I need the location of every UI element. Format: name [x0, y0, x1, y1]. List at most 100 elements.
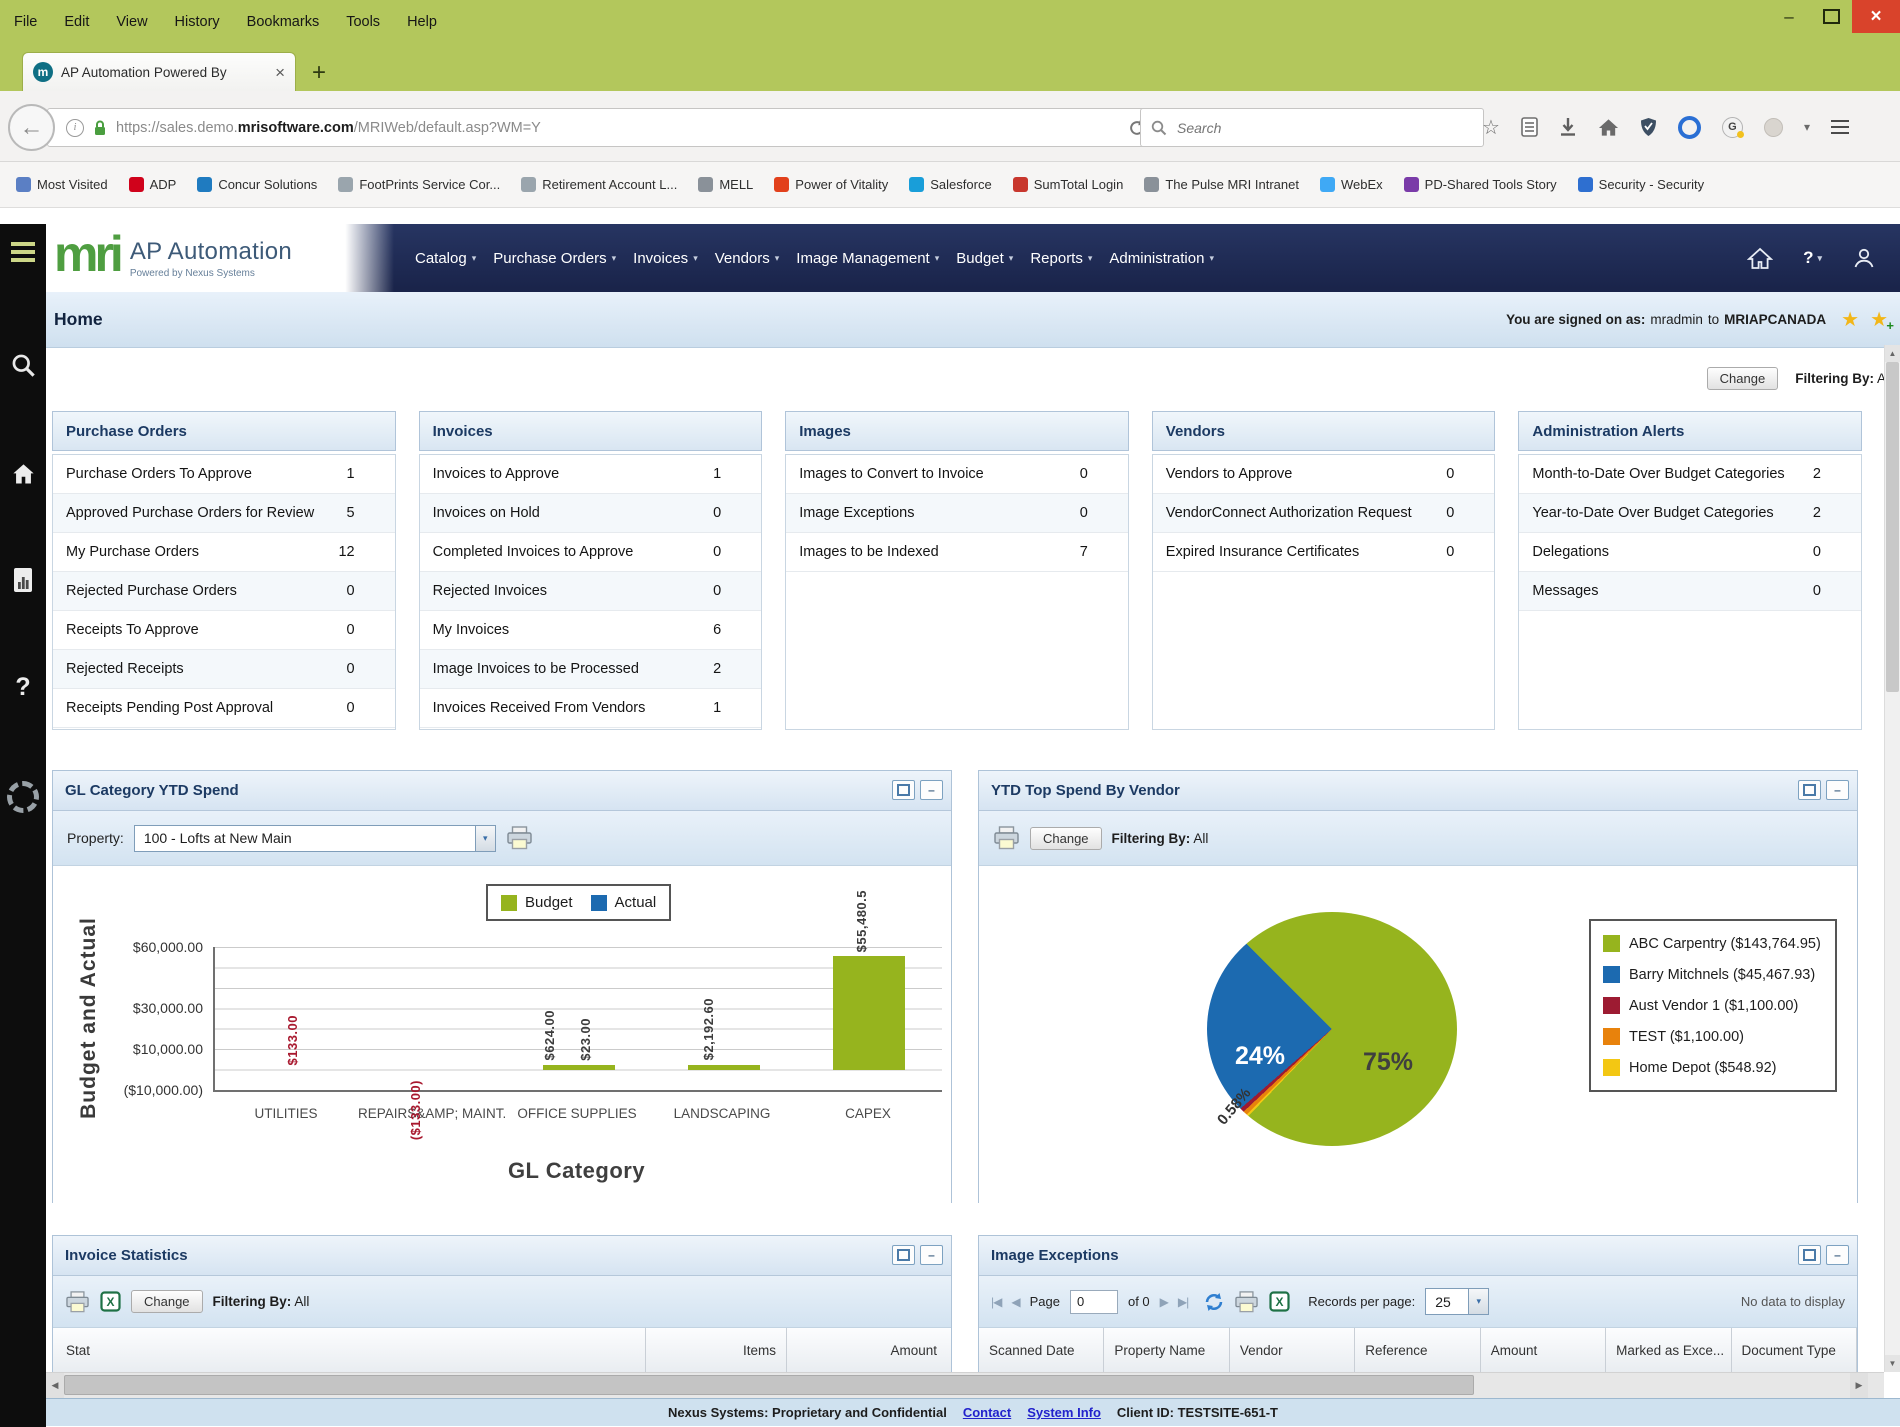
new-tab-button[interactable]: +: [312, 59, 326, 87]
app-menu-item[interactable]: Reports ▾: [1030, 250, 1092, 267]
column-header[interactable]: Property Name: [1104, 1328, 1229, 1372]
app-menu-item[interactable]: Image Management ▾: [796, 250, 939, 267]
summary-row[interactable]: Rejected Invoices0: [420, 572, 762, 611]
panel-minimize-button[interactable]: –: [1826, 780, 1849, 800]
browser-menu-item[interactable]: View: [116, 14, 147, 30]
summary-row[interactable]: Delegations0: [1519, 533, 1861, 572]
scroll-down-icon[interactable]: ▼: [1885, 1355, 1900, 1372]
column-header[interactable]: Stat: [53, 1328, 645, 1372]
summary-row[interactable]: Invoices to Approve1: [420, 455, 762, 494]
pager-next-icon[interactable]: ▶: [1160, 1295, 1168, 1309]
print-icon[interactable]: [1234, 1291, 1259, 1313]
summary-row[interactable]: Completed Invoices to Approve0: [420, 533, 762, 572]
summary-row[interactable]: Rejected Receipts0: [53, 650, 395, 689]
summary-row[interactable]: Vendors to Approve0: [1153, 455, 1495, 494]
print-icon[interactable]: [65, 1291, 90, 1313]
bookmark-item[interactable]: WebEx: [1320, 177, 1383, 192]
sidebar-help-icon[interactable]: ?: [0, 673, 46, 702]
overflow-caret-icon[interactable]: ▾: [1804, 120, 1810, 134]
sidebar-home-icon[interactable]: [0, 461, 46, 488]
browser-menu-item[interactable]: History: [175, 14, 220, 30]
panel-maximize-button[interactable]: [1798, 780, 1821, 800]
footer-system-info-link[interactable]: System Info: [1027, 1405, 1101, 1420]
summary-row[interactable]: Image Invoices to be Processed2: [420, 650, 762, 689]
site-info-icon[interactable]: i: [66, 119, 84, 137]
panel-maximize-button[interactable]: [892, 1245, 915, 1265]
summary-row[interactable]: Rejected Purchase Orders0: [53, 572, 395, 611]
column-header[interactable]: Amount: [786, 1328, 951, 1372]
extension-g-icon[interactable]: G: [1722, 117, 1743, 138]
back-button[interactable]: ←: [8, 104, 55, 151]
shield-icon[interactable]: [1640, 117, 1657, 137]
app-menu-item[interactable]: Vendors ▾: [715, 250, 780, 267]
browser-menu-item[interactable]: Tools: [346, 14, 380, 30]
bookmark-star-icon[interactable]: ☆: [1482, 115, 1500, 140]
app-menu-item[interactable]: Catalog ▾: [415, 250, 476, 267]
column-header[interactable]: Document Type: [1732, 1328, 1857, 1372]
app-menu-item[interactable]: Administration ▾: [1109, 250, 1214, 267]
footer-contact-link[interactable]: Contact: [963, 1405, 1011, 1420]
bookmarks-list-icon[interactable]: [1521, 117, 1538, 137]
horizontal-scrollbar-thumb[interactable]: [64, 1375, 1474, 1395]
print-icon[interactable]: [993, 826, 1020, 850]
sidebar-reports-icon[interactable]: [0, 567, 46, 593]
summary-row[interactable]: Expired Insurance Certificates0: [1153, 533, 1495, 572]
tab-close-icon[interactable]: ×: [275, 64, 285, 81]
summary-row[interactable]: My Purchase Orders12: [53, 533, 395, 572]
column-header[interactable]: Marked as Exce...: [1606, 1328, 1731, 1372]
browser-tab[interactable]: m AP Automation Powered By ×: [22, 52, 296, 91]
browser-menu-item[interactable]: Help: [407, 14, 437, 30]
summary-row[interactable]: Approved Purchase Orders for Review5: [53, 494, 395, 533]
browser-menu-item[interactable]: File: [14, 14, 37, 30]
app-menu-item[interactable]: Invoices ▾: [633, 250, 698, 267]
change-filter-button[interactable]: Change: [131, 1290, 203, 1313]
bookmark-item[interactable]: MELL: [698, 177, 753, 192]
url-input[interactable]: i https://sales.demo.mrisoftware.com/MRI…: [47, 108, 1159, 147]
nav-help-icon[interactable]: ? ▾: [1803, 248, 1822, 268]
pager-prev-icon[interactable]: ◀: [1011, 1295, 1019, 1309]
extension-icon[interactable]: [1764, 118, 1783, 137]
app-menu-item[interactable]: Budget ▾: [956, 250, 1013, 267]
scroll-left-icon[interactable]: ◀: [46, 1373, 64, 1398]
close-button[interactable]: ×: [1852, 0, 1900, 33]
summary-row[interactable]: Image Exceptions0: [786, 494, 1128, 533]
panel-maximize-button[interactable]: [1798, 1245, 1821, 1265]
summary-row[interactable]: Images to be Indexed7: [786, 533, 1128, 572]
change-filter-button[interactable]: Change: [1030, 827, 1102, 850]
bookmark-item[interactable]: The Pulse MRI Intranet: [1144, 177, 1299, 192]
browser-menu-item[interactable]: Edit: [64, 14, 89, 30]
bookmark-item[interactable]: PD-Shared Tools Story: [1404, 177, 1557, 192]
summary-row[interactable]: My Invoices6: [420, 611, 762, 650]
refresh-icon[interactable]: [1204, 1292, 1224, 1312]
summary-row[interactable]: Month-to-Date Over Budget Categories2: [1519, 455, 1861, 494]
scroll-right-icon[interactable]: ▶: [1850, 1373, 1868, 1398]
minimize-button[interactable]: –: [1768, 0, 1810, 33]
summary-row[interactable]: Year-to-Date Over Budget Categories2: [1519, 494, 1861, 533]
horizontal-scrollbar[interactable]: ◀ ▶: [46, 1372, 1884, 1398]
browser-menu-item[interactable]: Bookmarks: [247, 14, 320, 30]
panel-minimize-button[interactable]: –: [920, 1245, 943, 1265]
summary-row[interactable]: Images to Convert to Invoice0: [786, 455, 1128, 494]
vertical-scrollbar[interactable]: ▲ ▼: [1884, 345, 1900, 1372]
bookmark-item[interactable]: Power of Vitality: [774, 177, 888, 192]
panel-minimize-button[interactable]: –: [1826, 1245, 1849, 1265]
summary-row[interactable]: Messages0: [1519, 572, 1861, 611]
property-select[interactable]: 100 - Lofts at New Main ▾: [134, 825, 496, 852]
summary-row[interactable]: Invoices on Hold0: [420, 494, 762, 533]
column-header[interactable]: Scanned Date: [979, 1328, 1104, 1372]
page-number-input[interactable]: [1070, 1290, 1118, 1314]
pager-first-icon[interactable]: |◀: [991, 1295, 1001, 1309]
summary-row[interactable]: Invoices Received From Vendors1: [420, 689, 762, 728]
summary-row[interactable]: Receipts Pending Post Approval0: [53, 689, 395, 728]
sidebar-search-icon[interactable]: [0, 352, 46, 379]
export-excel-icon[interactable]: X: [1269, 1291, 1290, 1312]
summary-row[interactable]: Receipts To Approve0: [53, 611, 395, 650]
app-logo[interactable]: mri AP Automation Powered by Nexus Syste…: [46, 224, 394, 292]
summary-row[interactable]: Purchase Orders To Approve1: [53, 455, 395, 494]
column-header[interactable]: Reference: [1355, 1328, 1480, 1372]
pager-last-icon[interactable]: ▶|: [1178, 1295, 1188, 1309]
export-excel-icon[interactable]: X: [100, 1291, 121, 1312]
column-header[interactable]: Items: [645, 1328, 786, 1372]
column-header[interactable]: Vendor: [1230, 1328, 1355, 1372]
records-per-page-select[interactable]: 25 ▾: [1425, 1288, 1489, 1315]
